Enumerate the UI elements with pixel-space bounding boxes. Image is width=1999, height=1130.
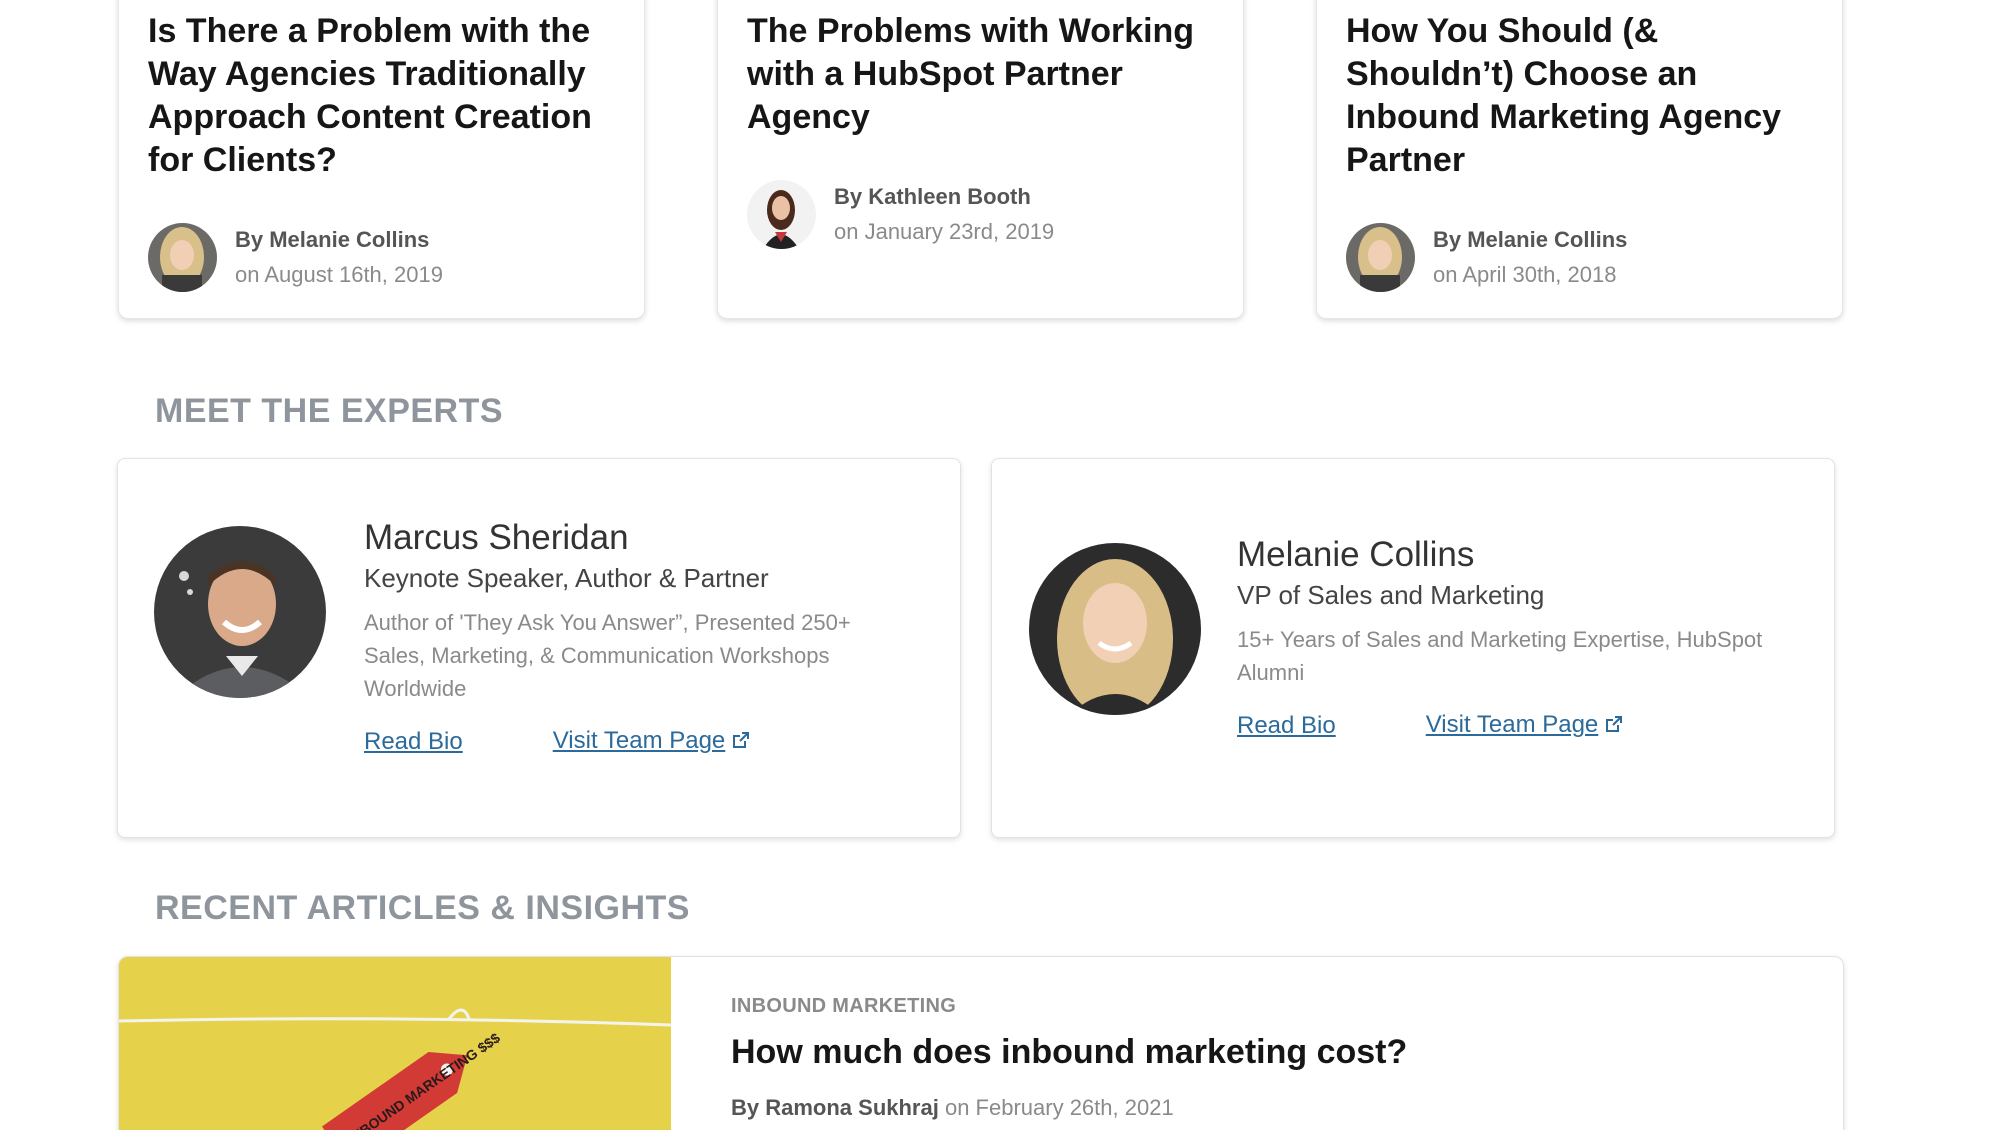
page: Is There a Problem with the Way Agencies… — [0, 0, 1999, 1130]
expert-info: Marcus Sheridan Keynote Speaker, Author … — [364, 516, 904, 757]
visit-team-page-link[interactable]: Visit Team Page — [1426, 711, 1625, 741]
expert-role: Keynote Speaker, Author & Partner — [364, 563, 769, 593]
read-bio-link[interactable]: Read Bio — [364, 728, 463, 756]
author-avatar — [148, 222, 217, 292]
expert-links: Read Bio Visit Team Page — [364, 727, 904, 757]
article-card[interactable]: Is There a Problem with the Way Agencies… — [118, 0, 645, 319]
article-thumbnail: INBOUND MARKETING $$$ — [119, 957, 672, 1130]
article-card[interactable]: How You Should (& Shouldn’t) Choose an I… — [1316, 0, 1843, 319]
article-date: on August 16th, 2019 — [235, 262, 443, 287]
recent-article-card[interactable]: INBOUND MARKETING $$$ INBOUND MARKETING … — [118, 956, 1844, 1130]
recent-article-author: By Ramona Sukhraj — [731, 1095, 939, 1120]
expert-card: Melanie Collins VP of Sales and Marketin… — [991, 458, 1835, 838]
expert-name: Melanie Collins — [1237, 535, 1475, 574]
expert-description: Author of 'They Ask You Answer”, Present… — [364, 610, 851, 701]
author-avatar — [1346, 222, 1415, 292]
visit-team-page-label: Visit Team Page — [552, 727, 726, 754]
recent-articles-heading: RECENT ARTICLES & INSIGHTS — [155, 889, 690, 927]
article-date: on April 30th, 2018 — [1433, 262, 1617, 287]
expert-name: Marcus Sheridan — [364, 518, 629, 557]
author-avatar — [747, 179, 816, 249]
article-byline: By Melanie Collins on August 16th, 2019 — [148, 222, 443, 292]
article-title[interactable]: The Problems with Working with a HubSpot… — [747, 10, 1217, 139]
article-author: By Melanie Collins — [235, 227, 430, 252]
external-link-icon — [731, 729, 751, 757]
experts-heading: MEET THE EXPERTS — [155, 392, 504, 430]
article-card[interactable]: The Problems with Working with a HubSpot… — [717, 0, 1244, 319]
visit-team-page-link[interactable]: Visit Team Page — [553, 727, 752, 757]
article-title[interactable]: Is There a Problem with the Way Agencies… — [148, 10, 618, 182]
expert-links: Read Bio Visit Team Page — [1237, 711, 1777, 741]
expert-description: 15+ Years of Sales and Marketing Experti… — [1237, 627, 1763, 685]
expert-role: VP of Sales and Marketing — [1237, 580, 1545, 610]
expert-info: Melanie Collins VP of Sales and Marketin… — [1237, 533, 1777, 741]
article-author: By Melanie Collins — [1433, 227, 1628, 252]
expert-card: Marcus Sheridan Keynote Speaker, Author … — [117, 458, 961, 838]
recent-article-byline: By Ramona Sukhraj on February 26th, 2021 — [731, 1095, 1174, 1121]
article-byline: By Melanie Collins on April 30th, 2018 — [1346, 222, 1627, 292]
expert-photo — [154, 526, 326, 698]
recent-article-date: on February 26th, 2021 — [944, 1095, 1174, 1120]
read-bio-link[interactable]: Read Bio — [1237, 712, 1336, 740]
recent-article-title[interactable]: How much does inbound marketing cost? — [731, 1033, 1407, 1072]
article-date: on January 23rd, 2019 — [834, 219, 1055, 244]
external-link-icon — [1604, 713, 1624, 741]
visit-team-page-label: Visit Team Page — [1425, 711, 1599, 738]
article-author: By Kathleen Booth — [834, 184, 1031, 209]
article-category[interactable]: INBOUND MARKETING — [731, 995, 956, 1018]
expert-photo — [1029, 543, 1201, 715]
article-byline: By Kathleen Booth on January 23rd, 2019 — [747, 179, 1054, 249]
article-title[interactable]: How You Should (& Shouldn’t) Choose an I… — [1346, 10, 1816, 182]
